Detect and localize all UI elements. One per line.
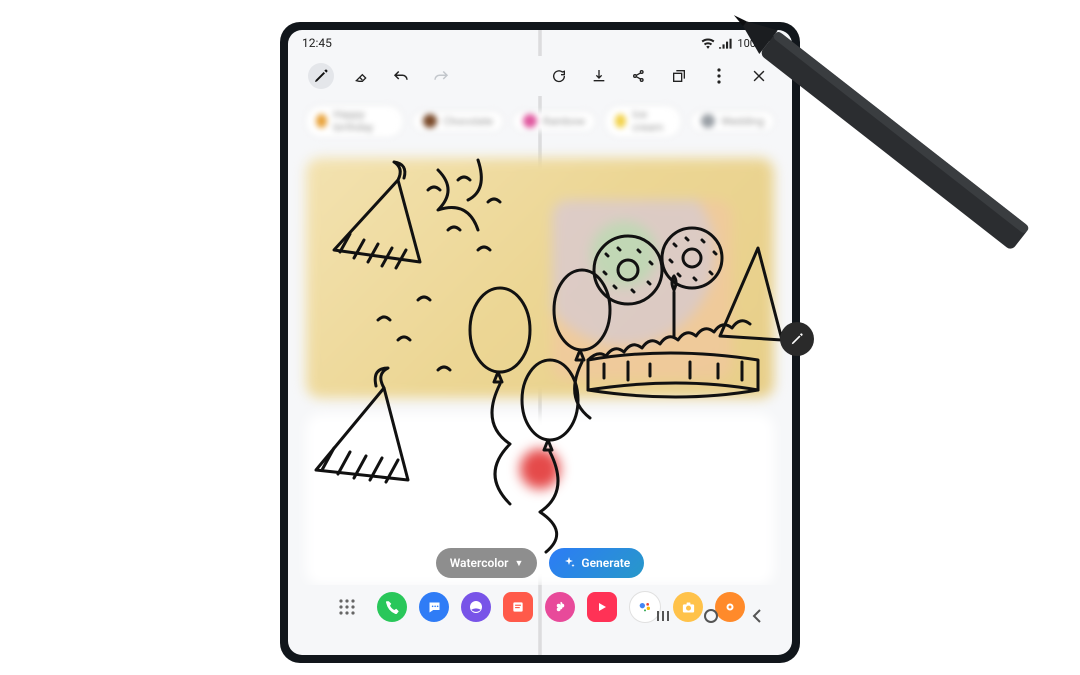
back-button[interactable] (748, 607, 766, 625)
gallery-app-icon[interactable] (545, 592, 575, 622)
wifi-icon (701, 37, 715, 49)
refresh-button[interactable] (546, 63, 572, 89)
style-suggestions-row: Happy birthday Chocolate Rainbow Ice cre… (288, 106, 792, 136)
style-picker-button[interactable]: Watercolor ▼ (436, 548, 538, 578)
drawing-canvas[interactable] (288, 140, 792, 585)
home-button[interactable] (702, 607, 720, 625)
browser-app-icon[interactable] (461, 592, 491, 622)
chevron-down-icon: ▼ (514, 558, 523, 569)
redo-button[interactable] (428, 63, 454, 89)
download-button[interactable] (586, 63, 612, 89)
battery-icon (768, 36, 778, 50)
more-button[interactable] (706, 63, 732, 89)
edge-pen-fab[interactable] (780, 322, 814, 356)
eraser-tool-button[interactable] (348, 63, 374, 89)
navigation-bar (656, 607, 766, 625)
suggestion-chip[interactable]: Rainbow (513, 111, 595, 131)
generate-button[interactable]: Generate (549, 548, 644, 578)
share-button[interactable] (626, 63, 652, 89)
app-drawer-button[interactable] (335, 595, 359, 619)
style-label: Watercolor (450, 556, 509, 570)
suggestion-chip[interactable]: Chocolate (413, 111, 503, 131)
status-time: 12:45 (302, 36, 332, 50)
status-bar: 12:45 100% (288, 30, 792, 56)
drawing-toolbar (288, 56, 792, 96)
pen-tool-button[interactable] (308, 63, 334, 89)
close-button[interactable] (746, 63, 772, 89)
video-app-icon[interactable] (587, 592, 617, 622)
messages-app-icon[interactable] (419, 592, 449, 622)
suggestion-chip[interactable]: Ice cream (605, 105, 681, 137)
device-frame: 12:45 100% (280, 22, 800, 663)
signal-icon (719, 37, 733, 49)
generate-label: Generate (581, 556, 630, 570)
phone-app-icon[interactable] (377, 592, 407, 622)
undo-button[interactable] (388, 63, 414, 89)
battery-text: 100% (737, 37, 764, 50)
user-sketch (288, 140, 792, 580)
multiwindow-button[interactable] (666, 63, 692, 89)
action-row: Watercolor ▼ Generate (288, 541, 792, 585)
sparkle-icon (563, 556, 575, 571)
suggestion-chip[interactable]: Happy birthday (306, 105, 403, 137)
notes-app-icon[interactable] (503, 592, 533, 622)
suggestion-chip[interactable]: Wedding (691, 111, 774, 131)
recents-button[interactable] (656, 607, 674, 625)
